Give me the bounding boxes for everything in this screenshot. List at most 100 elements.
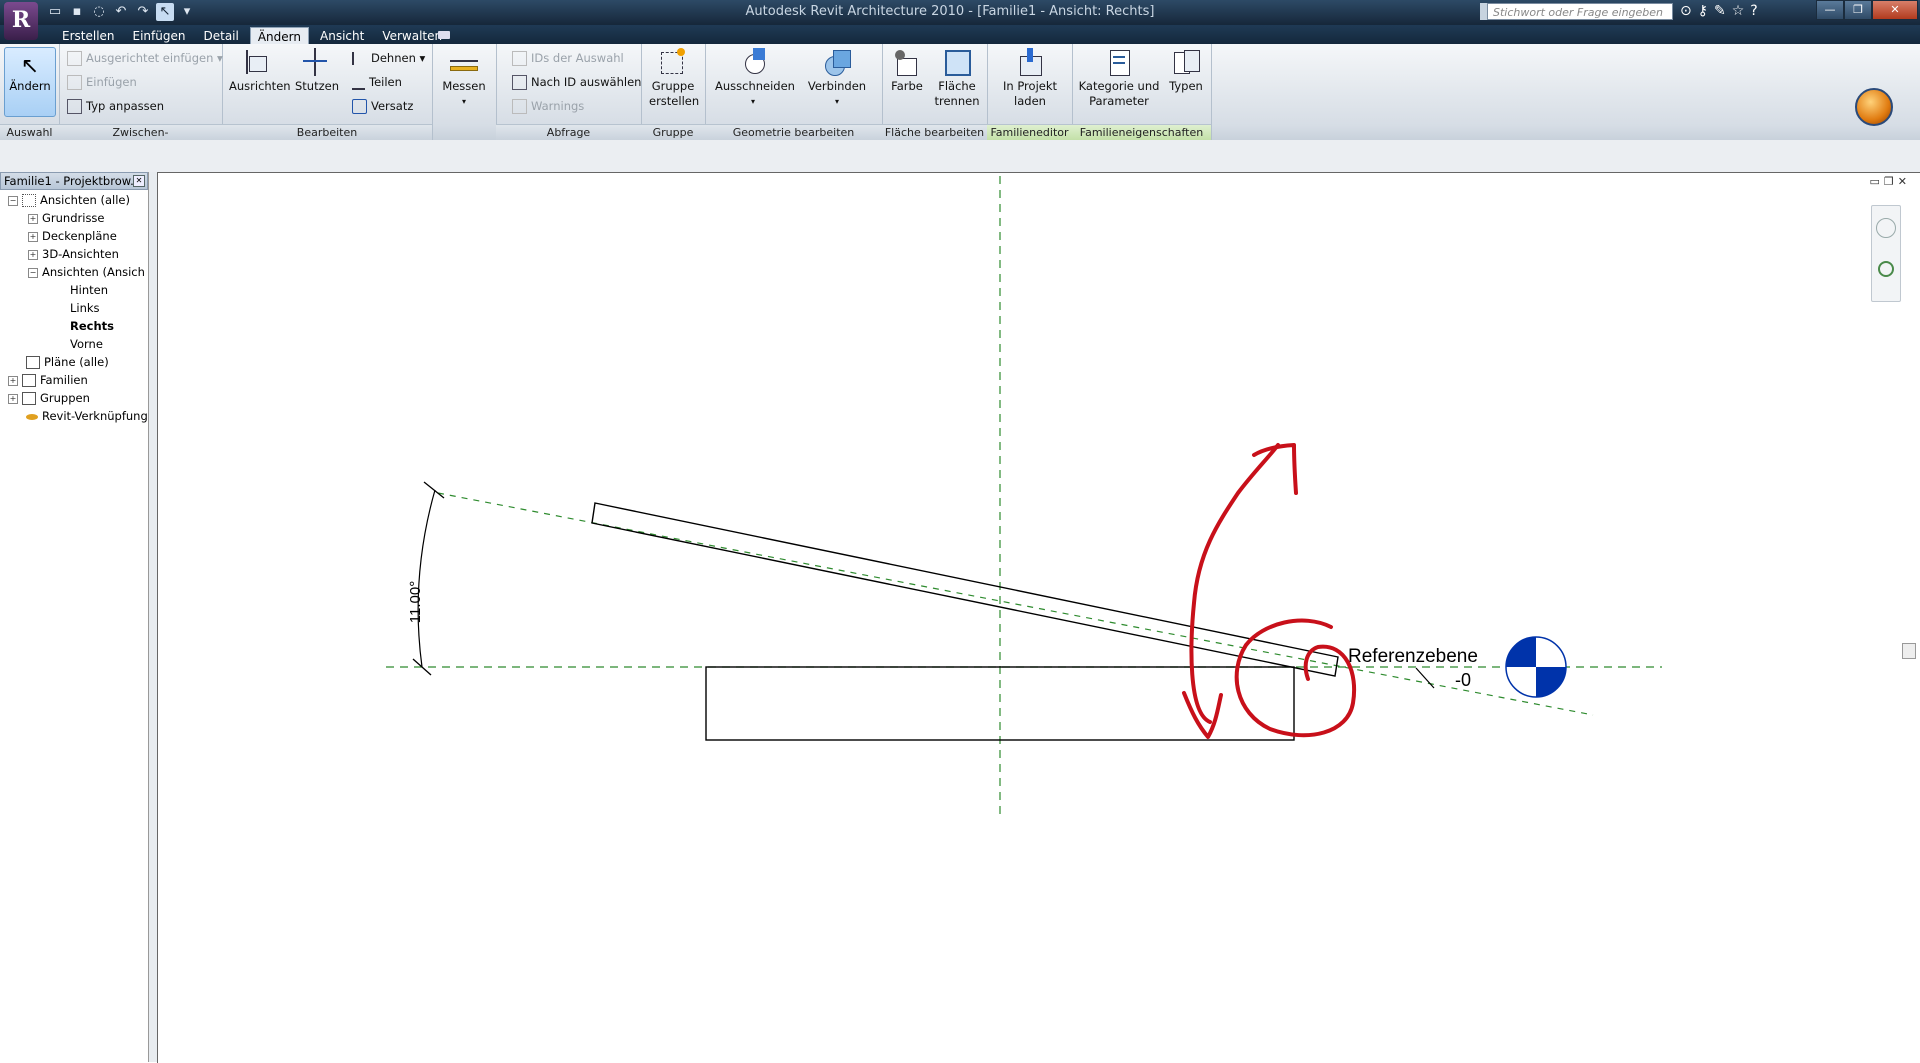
category-parameters-icon <box>1105 48 1133 76</box>
tab-einfuegen[interactable]: Einfügen <box>126 27 193 45</box>
tree-item-3d-ansichten[interactable]: +3D-Ansichten <box>28 246 119 263</box>
window-controls: — ❐ ✕ <box>1816 0 1918 20</box>
markup-rotation-curve <box>1189 443 1280 724</box>
project-browser: Familie1 - Projektbrow... ✕ − Ansichten (… <box>0 172 149 1062</box>
offset-icon <box>352 99 367 114</box>
panel-messen: Messen ▾ <box>432 44 497 140</box>
reference-plane-label[interactable]: Referenzebene <box>1348 646 1478 667</box>
select-by-id-icon <box>512 75 527 90</box>
markup-circle <box>1234 618 1356 738</box>
dehnen-button[interactable]: Dehnen ▾ <box>352 50 425 67</box>
gruppe-erstellen-button[interactable]: Gruppe erstellen <box>649 48 699 109</box>
tree-item-gruppen[interactable]: + Gruppen <box>8 390 90 407</box>
tree-item-familien[interactable]: + Familien <box>8 372 88 389</box>
kategorie-und-parameter-button[interactable]: Kategorie und Parameter <box>1076 48 1162 109</box>
vertical-scrollbar-thumb[interactable] <box>1902 643 1916 659</box>
cursor-icon: ↖ <box>20 54 40 79</box>
versatz-button[interactable]: Versatz <box>352 98 413 115</box>
tree-item-ansichten-alle[interactable]: − Ansichten (alle) <box>8 192 130 209</box>
tools-icon[interactable]: ✎ <box>1714 3 1726 19</box>
einfuegen-button[interactable]: Einfügen <box>67 74 137 91</box>
tree-item-hinten[interactable]: Hinten <box>70 282 108 299</box>
measure-icon <box>450 48 478 76</box>
minimize-icon[interactable]: — <box>1816 0 1844 20</box>
restore-icon[interactable]: ❐ <box>1844 0 1872 20</box>
expand-icon[interactable]: + <box>28 249 38 260</box>
tab-ansicht[interactable]: Ansicht <box>313 27 371 45</box>
link-icon <box>26 413 38 420</box>
angle-dimension-arc[interactable] <box>417 489 436 668</box>
sloped-extrusion[interactable] <box>591 502 1339 677</box>
panel-familieneditor: In Projekt laden Familieneditor <box>987 44 1073 140</box>
help-icon[interactable]: ? <box>1750 3 1757 19</box>
split-icon <box>352 75 365 90</box>
ribbon-tab-bar: Erstellen Einfügen Detail Ändern Ansicht… <box>0 25 1920 46</box>
messen-button[interactable]: Messen ▾ <box>440 48 488 109</box>
aendern-label: Ändern <box>9 79 51 93</box>
collapse-icon[interactable]: − <box>28 267 38 278</box>
flaeche-trennen-button[interactable]: Fläche trennen <box>932 48 982 109</box>
collapse-icon[interactable]: − <box>8 195 18 206</box>
ausschneiden-dropdown-icon: ▾ <box>750 97 755 106</box>
expand-icon[interactable]: + <box>28 213 38 224</box>
level-tick <box>1415 667 1435 689</box>
groups-icon <box>22 392 36 405</box>
verbinden-button[interactable]: Verbinden ▾ <box>805 48 869 109</box>
tree-item-grundrisse[interactable]: + Grundrisse <box>28 210 105 227</box>
expand-icon[interactable]: + <box>8 393 18 404</box>
expand-icon[interactable]: + <box>8 375 18 386</box>
help-search-input[interactable]: Stichwort oder Frage eingeben <box>1487 3 1673 20</box>
in-projekt-laden-button[interactable]: In Projekt laden <box>995 48 1065 109</box>
browser-close-icon[interactable]: ✕ <box>133 175 145 187</box>
family-types-icon <box>1172 48 1200 76</box>
steering-wheel-icon[interactable] <box>1876 218 1896 238</box>
close-icon[interactable]: ✕ <box>1872 0 1918 20</box>
stutzen-button[interactable]: Stutzen <box>295 48 339 94</box>
application-menu-button[interactable]: R <box>4 2 38 40</box>
tab-detail[interactable]: Detail <box>196 27 245 45</box>
teilen-button[interactable]: Teilen <box>352 74 402 91</box>
panel-gruppe: Gruppe erstellen Gruppe <box>641 44 706 140</box>
tree-item-ansichten-ansicht[interactable]: − Ansichten (Ansich <box>28 264 145 281</box>
ausgerichtet-einfuegen-button[interactable]: Ausgerichtet einfügen ▾ <box>67 50 223 67</box>
panel-zwischen: Ausgerichtet einfügen ▾ Einfügen Typ anp… <box>59 44 223 140</box>
binoculars-icon[interactable]: ⊙ <box>1680 3 1692 19</box>
farbe-button[interactable]: Farbe <box>888 48 926 94</box>
tree-item-deckenplaene[interactable]: + Deckenpläne <box>28 228 117 245</box>
expand-icon[interactable]: + <box>28 231 38 242</box>
project-browser-title: Familie1 - Projektbrow... ✕ <box>0 172 148 190</box>
tab-erstellen[interactable]: Erstellen <box>55 27 122 45</box>
panel-label-auswahl: Auswahl <box>0 124 59 140</box>
tree-item-revit-verknuepfung[interactable]: Revit-Verknüpfung <box>26 408 148 425</box>
trim-icon <box>301 48 329 76</box>
ausschneiden-button[interactable]: Ausschneiden ▾ <box>715 48 795 109</box>
ausrichten-button[interactable]: Ausrichten <box>229 48 291 94</box>
load-into-project-icon <box>1016 48 1044 76</box>
reference-plane-value[interactable]: -0 <box>1455 670 1471 690</box>
tree-item-rechts[interactable]: Rechts <box>70 318 114 335</box>
tree-item-vorne[interactable]: Vorne <box>70 336 103 353</box>
aendern-button[interactable]: ↖ Ändern <box>4 47 56 117</box>
verbinden-dropdown-icon: ▾ <box>834 97 839 106</box>
typ-anpassen-button[interactable]: Typ anpassen <box>67 98 164 115</box>
tree-item-links[interactable]: Links <box>70 300 100 317</box>
angle-dimension-text[interactable]: 11.00° <box>407 581 424 623</box>
views-icon <box>22 194 36 207</box>
drawing-svg[interactable]: 11.00° Referenzebene -0 <box>158 173 1920 1063</box>
messen-dropdown-icon: ▾ <box>461 97 466 106</box>
panel-label-zwischen: Zwischen- <box>59 124 222 140</box>
nach-id-auswaehlen-button[interactable]: Nach ID auswählen <box>512 74 641 91</box>
ribbon-options-icon[interactable] <box>438 31 450 39</box>
zoom-icon[interactable] <box>1878 261 1894 277</box>
key-icon[interactable]: ⚷ <box>1698 3 1708 19</box>
search-expand-icon[interactable] <box>1480 3 1487 20</box>
typen-button[interactable]: Typen <box>1164 48 1208 94</box>
drawing-canvas[interactable]: ▭ ❐ ✕ 11.00° Referenzebene -0 <box>157 172 1920 1063</box>
star-icon[interactable]: ☆ <box>1732 3 1745 19</box>
warnings-button[interactable]: Warnings <box>512 98 584 115</box>
panel-auswahl: ↖ Ändern Auswahl <box>0 44 60 140</box>
ids-der-auswahl-button[interactable]: IDs der Auswahl <box>512 50 624 67</box>
level-head-symbol[interactable] <box>1505 636 1567 698</box>
tree-item-plaene[interactable]: Pläne (alle) <box>26 354 109 371</box>
panel-label-bearbeiten: Bearbeiten <box>222 124 432 140</box>
